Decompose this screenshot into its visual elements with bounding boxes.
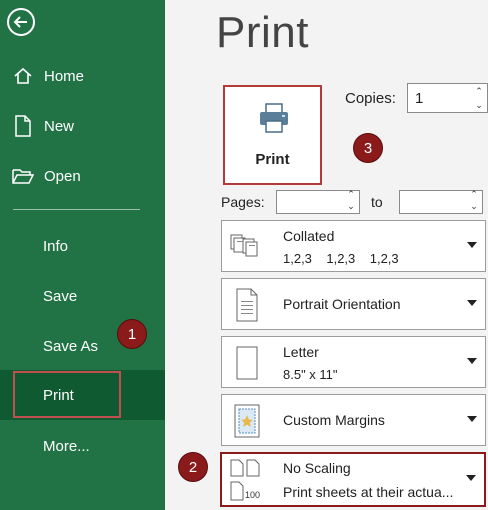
back-button[interactable]: [7, 8, 35, 36]
scaling-title: No Scaling: [283, 460, 351, 476]
step-badge-2: 2: [178, 452, 208, 482]
back-arrow-icon: [13, 16, 27, 28]
open-folder-icon: [12, 165, 34, 187]
page-title: Print: [216, 8, 309, 57]
nav-open-label: Open: [44, 167, 81, 185]
scaling-dropdown[interactable]: 100 No Scaling Print sheets at their act…: [220, 452, 486, 507]
nav-home[interactable]: Home: [0, 56, 165, 96]
nav-save-as-label: Save As: [43, 337, 99, 355]
step-badge-3: 3: [353, 133, 383, 163]
nav-save-label: Save: [43, 287, 78, 305]
nav-new-label: New: [44, 117, 75, 135]
nav-more[interactable]: More...: [0, 426, 165, 466]
dropdown-arrow-icon: [467, 300, 477, 306]
backstage-sidebar: Home New Open Info Save Save As Print Mo…: [0, 0, 165, 510]
nav-more-label: More...: [43, 437, 90, 455]
scaling-subtitle: Print sheets at their actua...: [283, 484, 454, 500]
pages-to-input[interactable]: ⌃ ⌄: [399, 188, 483, 214]
step-badge-1: 1: [117, 319, 147, 349]
pages-to-label: to: [371, 194, 383, 210]
copies-label: Copies:: [345, 90, 396, 107]
collated-pages-icon: [230, 234, 258, 257]
portrait-page-icon: [236, 288, 258, 322]
svg-text:100: 100: [245, 490, 260, 500]
nav-save[interactable]: Save: [0, 276, 165, 316]
paper-size-title: Letter: [283, 344, 319, 360]
collation-title: Collated: [283, 228, 335, 244]
copies-input[interactable]: 1 ⌃ ⌄: [407, 83, 488, 113]
orientation-dropdown[interactable]: Portrait Orientation: [221, 278, 486, 330]
sidebar-divider: [13, 209, 140, 210]
pages-from-input[interactable]: ⌃ ⌄: [276, 188, 360, 214]
chevron-up-icon[interactable]: ⌃: [473, 85, 485, 97]
collation-subtitle: 1,2,3 1,2,3 1,2,3: [283, 251, 399, 266]
no-scaling-icon: 100: [230, 459, 260, 501]
orientation-title: Portrait Orientation: [283, 296, 401, 312]
new-document-icon: [12, 115, 34, 137]
chevron-down-icon[interactable]: ⌄: [468, 200, 480, 212]
margins-title: Custom Margins: [283, 412, 385, 428]
dropdown-arrow-icon: [467, 416, 477, 422]
paper-size-icon: [236, 346, 258, 380]
dropdown-arrow-icon: [467, 358, 477, 364]
nav-info[interactable]: Info: [0, 226, 165, 266]
chevron-down-icon[interactable]: ⌄: [345, 200, 357, 212]
nav-info-label: Info: [43, 237, 69, 255]
dropdown-arrow-icon: [467, 242, 477, 248]
chevron-down-icon[interactable]: ⌄: [473, 99, 485, 111]
nav-new[interactable]: New: [0, 106, 165, 146]
printer-icon: [260, 103, 288, 133]
copies-value: 1: [415, 90, 424, 107]
chevron-up-icon[interactable]: ⌃: [468, 188, 480, 200]
home-icon: [12, 65, 34, 87]
margins-icon: [234, 404, 260, 438]
pages-label: Pages:: [221, 194, 265, 210]
paper-size-subtitle: 8.5" x 11": [283, 367, 338, 382]
print-button-label: Print: [255, 151, 290, 168]
chevron-up-icon[interactable]: ⌃: [345, 188, 357, 200]
margins-dropdown[interactable]: Custom Margins: [221, 394, 486, 446]
dropdown-arrow-icon: [466, 475, 476, 481]
nav-home-label: Home: [44, 67, 85, 85]
nav-open[interactable]: Open: [0, 156, 165, 196]
print-button[interactable]: Print: [223, 85, 322, 185]
print-highlight-box: [13, 371, 121, 418]
paper-size-dropdown[interactable]: Letter 8.5" x 11": [221, 336, 486, 388]
collation-dropdown[interactable]: Collated 1,2,3 1,2,3 1,2,3: [221, 220, 486, 272]
